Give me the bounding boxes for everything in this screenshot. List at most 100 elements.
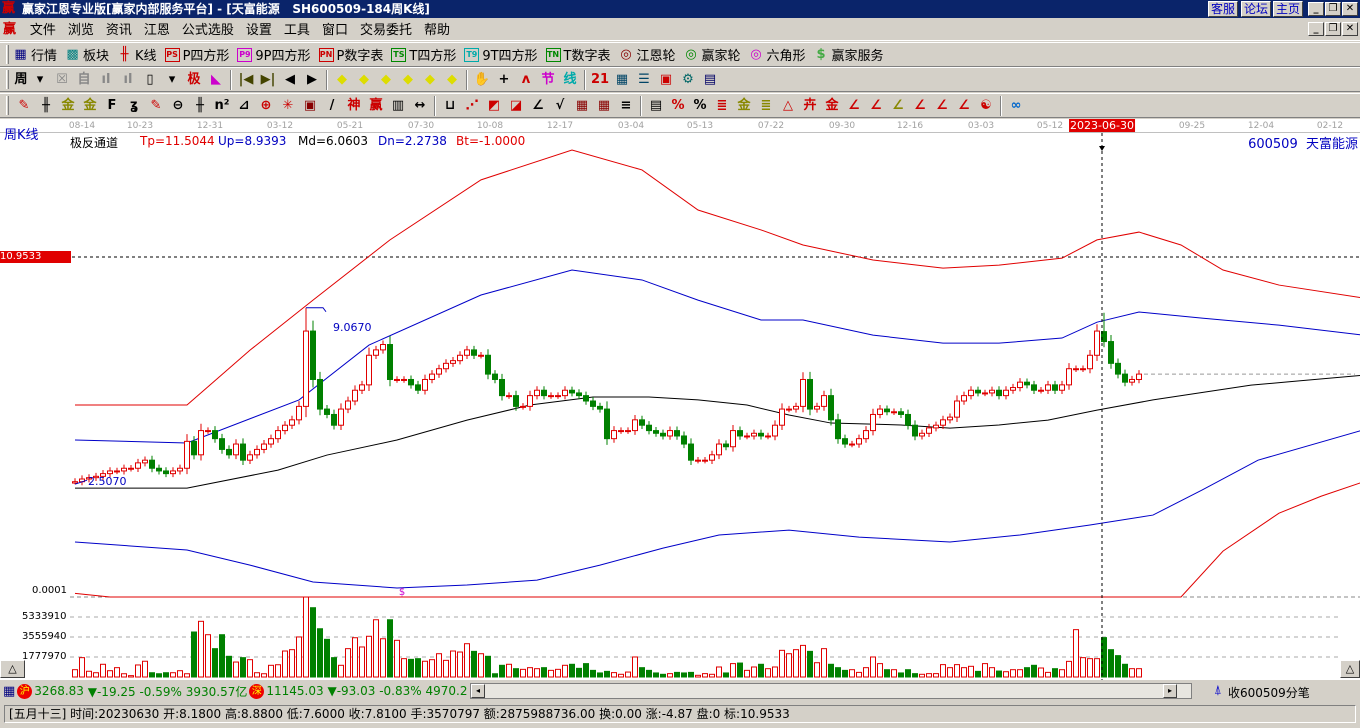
candle-body[interactable] [485, 354, 491, 375]
forum-link[interactable]: 论坛 [1241, 1, 1272, 17]
gold-1-icon[interactable]: 金 [57, 96, 79, 116]
pct-lines-icon[interactable]: ≣ [711, 96, 733, 116]
child-close-button[interactable]: ✕ [1342, 22, 1358, 36]
candle-body[interactable] [205, 430, 211, 433]
candle-body[interactable] [226, 448, 232, 456]
grid-icon[interactable]: ▥ [387, 96, 409, 116]
candle-body[interactable] [457, 354, 463, 362]
pen-icon[interactable]: ✎ [13, 96, 35, 116]
candle-body[interactable] [996, 389, 1002, 397]
candle-body[interactable] [597, 405, 603, 410]
candle-body[interactable] [646, 424, 652, 432]
candle-body[interactable] [863, 430, 869, 440]
candle-body[interactable] [702, 459, 708, 462]
candle-body[interactable] [716, 443, 722, 456]
menu-item-3[interactable]: 江恩 [138, 20, 176, 42]
candle-body[interactable] [191, 440, 197, 456]
candle-body[interactable] [177, 467, 183, 472]
menu-item-9[interactable]: 帮助 [418, 20, 456, 42]
candle-body[interactable] [737, 430, 743, 437]
menu-item-0[interactable]: 文件 [24, 20, 62, 42]
candle-body[interactable] [933, 424, 939, 429]
solar-term-icon[interactable]: 节 [537, 70, 559, 90]
candle-body[interactable] [527, 395, 533, 407]
candle-body[interactable] [982, 392, 988, 395]
candle-body[interactable] [625, 430, 631, 433]
candle-body[interactable] [765, 435, 771, 438]
homepage-link[interactable]: 主页 [1273, 1, 1304, 17]
toolbar-winner-service-button[interactable]: $ 赢家服务 [814, 45, 884, 65]
prev-icon[interactable]: ◀ [279, 70, 301, 90]
candle-body[interactable] [709, 454, 715, 461]
zoom-out-icon[interactable]: ◆ [441, 70, 463, 90]
candle-body[interactable] [807, 378, 813, 410]
toolbar-p-square-button[interactable]: PS P四方形 [164, 45, 229, 64]
candle-body[interactable] [590, 400, 596, 407]
candle-body[interactable] [569, 389, 575, 394]
candle-body[interactable] [1080, 368, 1086, 371]
spiral-icon[interactable]: ʓ [123, 96, 145, 116]
candle-body[interactable] [555, 395, 561, 398]
candle-body[interactable] [541, 389, 547, 397]
candle-body[interactable] [303, 330, 309, 407]
pattern-icon[interactable]: 卉 [799, 96, 821, 116]
square-icon[interactable]: n² [211, 96, 233, 116]
candle-body[interactable] [121, 467, 127, 472]
candle-body[interactable] [324, 408, 330, 415]
angle-4-icon[interactable]: ∠ [953, 96, 975, 116]
candle-body[interactable] [940, 419, 946, 426]
candle-body[interactable] [786, 408, 792, 411]
candle-body[interactable] [583, 395, 589, 402]
calculator-icon[interactable]: ▦ [3, 684, 15, 699]
candle-body[interactable] [1010, 387, 1016, 391]
expand-icon[interactable]: ◆ [375, 70, 397, 90]
candle-body[interactable] [429, 373, 435, 380]
candle-body[interactable] [1094, 330, 1100, 356]
candle-body[interactable] [653, 430, 659, 434]
menu-item-1[interactable]: 浏览 [62, 20, 100, 42]
candle-body[interactable] [72, 481, 78, 484]
candle-body[interactable] [891, 411, 897, 414]
sh-index-badge[interactable]: 沪 [17, 683, 33, 699]
candle-body[interactable] [1115, 362, 1121, 375]
candle-body[interactable] [1031, 384, 1037, 391]
god-icon[interactable]: 神 [343, 96, 365, 116]
menu-item-8[interactable]: 交易委托 [354, 20, 418, 42]
toolbar-t-number-table-button[interactable]: TN T数字表 [545, 45, 611, 64]
triangle-2-icon[interactable]: △ [777, 96, 799, 116]
print-icon[interactable]: ▤ [699, 70, 721, 90]
settings-icon[interactable]: ⚙ [677, 70, 699, 90]
candle-body[interactable] [1122, 373, 1128, 383]
candle-body[interactable] [828, 395, 834, 421]
candle-body[interactable] [681, 435, 687, 445]
angle-icon[interactable]: ∠ [527, 96, 549, 116]
candle-body[interactable] [793, 405, 799, 410]
candle-body[interactable] [611, 430, 617, 440]
candle-body[interactable] [163, 470, 169, 475]
candle-body[interactable] [975, 389, 981, 394]
candle-body[interactable] [912, 424, 918, 437]
candle-body[interactable] [156, 467, 162, 472]
candle-body[interactable] [877, 408, 883, 415]
candle-body[interactable] [632, 419, 638, 432]
candle-body[interactable] [422, 378, 428, 391]
candle-body[interactable] [751, 432, 757, 437]
lines-icon[interactable]: ╫ [189, 96, 211, 116]
measure-icon[interactable]: ↔ [409, 96, 431, 116]
grid-2-icon[interactable]: ▦ [571, 96, 593, 116]
candle-body[interactable] [254, 448, 260, 456]
candle-body[interactable] [1066, 368, 1072, 386]
candle-body[interactable] [240, 443, 246, 461]
candle-body[interactable] [660, 432, 666, 437]
candle-body[interactable] [261, 443, 267, 450]
candle-body[interactable] [387, 344, 393, 380]
candle-body[interactable] [219, 438, 225, 450]
candle-body[interactable] [1024, 381, 1030, 386]
candle-body[interactable] [870, 413, 876, 432]
candle-body[interactable] [674, 430, 680, 437]
candle-body[interactable] [247, 454, 253, 461]
candle-body[interactable] [128, 467, 134, 470]
candle-body[interactable] [415, 384, 421, 391]
crosshair-icon[interactable]: + [493, 70, 515, 90]
candle-dropdown-icon[interactable]: ▾ [161, 70, 183, 90]
